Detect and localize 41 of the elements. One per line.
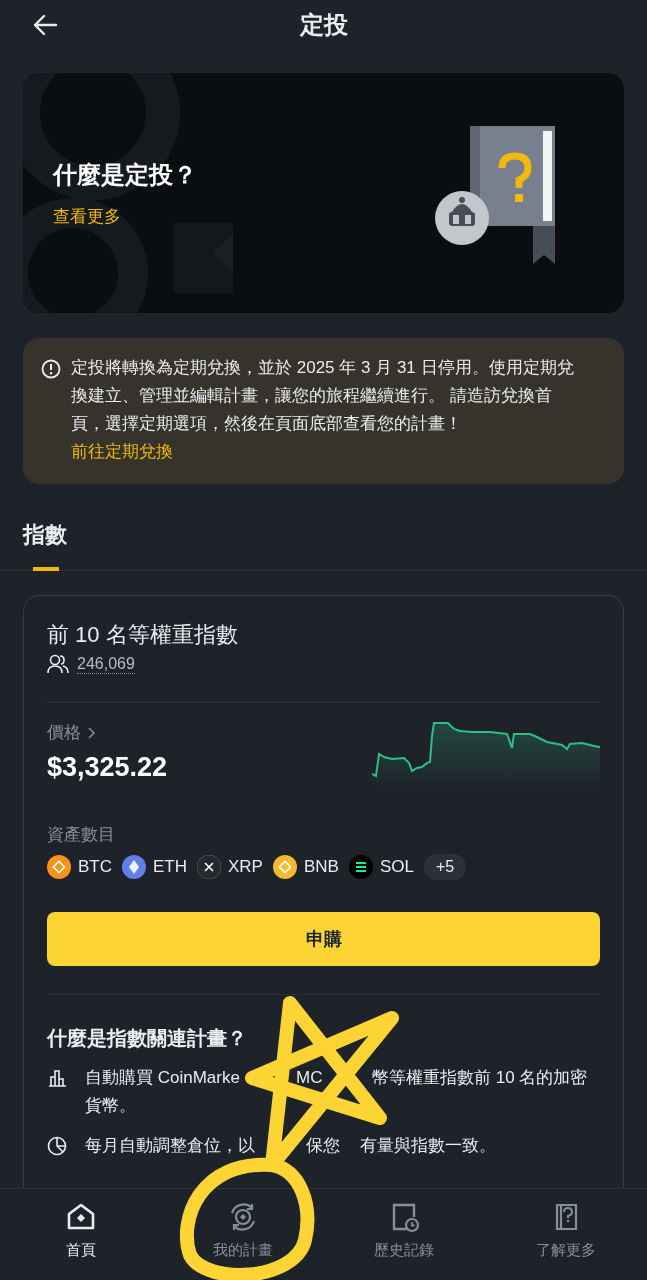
feature-text: 有量與指數一致。 (360, 1136, 496, 1155)
feature-text: 貨幣。 (85, 1096, 136, 1115)
nav-tab[interactable]: 了解更多 (485, 1189, 647, 1280)
subscribe-button[interactable]: 申購 (47, 912, 600, 966)
pie-chart-icon (47, 1136, 67, 1156)
users-icon (47, 654, 69, 674)
nav-tab[interactable]: 歷史記錄 (323, 1189, 486, 1280)
feature-text: 自動購買 CoinMarke (85, 1068, 240, 1087)
see-more-link[interactable]: 查看更多 (53, 204, 121, 228)
section-title: 什麼是指數關連計畫？ (47, 1026, 248, 1051)
recurring-link[interactable]: 前往定期兌換 (71, 438, 173, 466)
chevron-icon[interactable] (87, 725, 96, 740)
banner-title: 什麼是定投？ (53, 159, 198, 190)
feature-text: 每月自動調整倉位，以 (85, 1136, 255, 1155)
coin-symbol: ETH (153, 857, 187, 877)
coin-symbol: XRP (228, 857, 263, 877)
coin-symbol: BTC (78, 857, 112, 877)
feature-text: 幣等權重指數前 10 名的加密 (372, 1068, 588, 1087)
feature-text: MC (296, 1068, 323, 1087)
assets-label: 資產數目 (47, 824, 116, 846)
feature-text: 保您 (306, 1136, 340, 1155)
price-label: 價格 (47, 722, 81, 744)
coin-icon (348, 855, 373, 879)
more-badge: +5 (423, 854, 467, 880)
bar-chart-icon (47, 1068, 67, 1088)
info-icon (41, 359, 61, 379)
coin-icon (122, 855, 146, 879)
index-title: 前 10 名等權重指數 (47, 621, 239, 649)
coin-icon (272, 855, 297, 879)
coin-icon (47, 855, 71, 879)
nav-tab[interactable]: 首頁 (0, 1189, 162, 1280)
page-title: 定投 (299, 10, 348, 40)
price-value: $3,325.22 (47, 752, 168, 783)
coin-symbol: BNB (303, 857, 339, 877)
back-icon[interactable] (32, 14, 58, 36)
participant-count: 246,069 (77, 654, 135, 674)
tab[interactable]: 指數 (23, 520, 67, 571)
coin-icon (197, 855, 221, 879)
notice-text: 定投將轉換為定期兌換，並於 2025 年 3 月 31 日停用。使用定期兌換建立、管理並編輯計畫，讓您的旅程繼續進行。 請造訪兌換首頁，選擇定期選項，然後在頁面底部查看您的計畫！ (71, 357, 575, 435)
coin-symbol: SOL (379, 857, 414, 877)
nav-tab[interactable]: 我的計畫 (161, 1189, 324, 1280)
